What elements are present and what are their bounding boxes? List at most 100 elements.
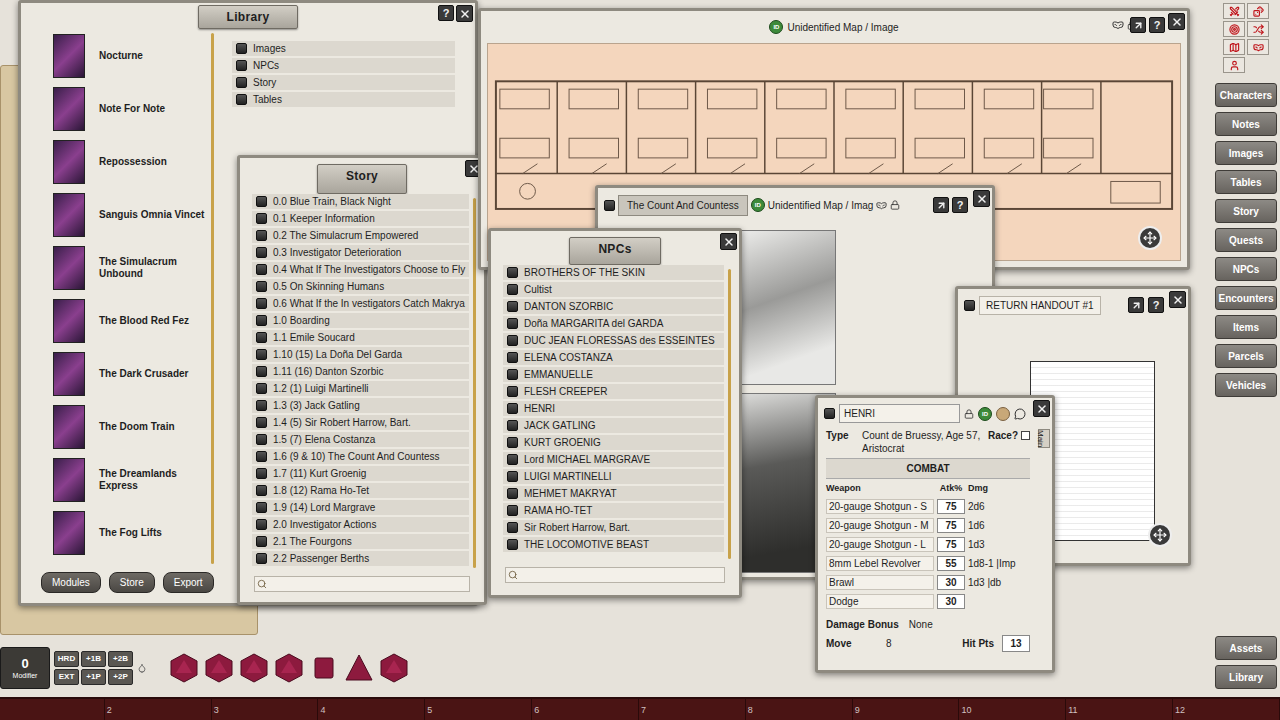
die-icon[interactable] (379, 653, 409, 683)
link-bullet[interactable] (507, 386, 518, 397)
story-entry[interactable]: 0.1 Keeper Information (252, 211, 469, 226)
tool-button[interactable] (1223, 57, 1245, 73)
hotkey-slot[interactable] (0, 699, 105, 720)
category-item[interactable]: Images (232, 41, 455, 56)
npc-entry[interactable]: DANTON SZORBIC (503, 299, 724, 314)
npc-entry[interactable]: THE LOCOMOTIVE BEAST (503, 537, 724, 552)
sidebar-button[interactable]: Characters (1215, 83, 1277, 107)
speech-icon[interactable] (1014, 408, 1026, 420)
module-item[interactable]: Sanguis Omnia Vincet (53, 188, 211, 241)
module-item[interactable]: The Fog Lifts (53, 506, 211, 559)
link-bullet[interactable] (256, 230, 267, 241)
library-button[interactable]: Store (109, 572, 155, 593)
weapon-row[interactable]: 20-gauge Shotgun - L751d3 (826, 537, 1030, 553)
link-bullet[interactable] (256, 485, 267, 496)
hotkey-slot[interactable]: 6 (532, 699, 639, 720)
npc-entry[interactable]: Cultist (503, 282, 724, 297)
move-handle[interactable] (1148, 523, 1172, 547)
sidebar-button[interactable]: Story (1215, 199, 1277, 223)
story-entry[interactable]: 0.3 Investigator Deterioration (252, 245, 469, 260)
story-entry[interactable]: 1.5 (7) Elena Costanza (252, 432, 469, 447)
help-button[interactable]: ? (952, 197, 968, 213)
sidebar-button[interactable]: Images (1215, 141, 1277, 165)
lock-icon[interactable] (964, 409, 974, 419)
story-entry[interactable]: 1.7 (11) Kurt Groenig (252, 466, 469, 481)
link-bullet[interactable] (236, 43, 247, 54)
search-field[interactable] (254, 576, 470, 592)
lock-icon[interactable] (890, 200, 900, 210)
story-window[interactable]: Story0.0 Blue Train, Black Night0.1 Keep… (237, 155, 487, 605)
close-button[interactable] (456, 5, 473, 22)
link-bullet[interactable] (256, 298, 267, 309)
link-bullet[interactable] (507, 471, 518, 482)
story-entry[interactable]: 0.4 What If The Investigators Choose to … (252, 262, 469, 277)
race-checkbox[interactable] (1021, 431, 1030, 440)
story-entry[interactable]: 0.0 Blue Train, Black Night (252, 194, 469, 209)
story-entry[interactable]: 0.2 The Simulacrum Empowered (252, 228, 469, 243)
close-button[interactable] (1169, 291, 1186, 308)
link-bullet[interactable] (256, 400, 267, 411)
sidebar-button[interactable]: Assets (1215, 636, 1277, 660)
module-item[interactable]: Nocturne (53, 29, 211, 82)
link-bullet[interactable] (256, 213, 267, 224)
story-entry[interactable]: 1.0 Boarding (252, 313, 469, 328)
die-icon[interactable] (274, 653, 304, 683)
story-entry[interactable]: 1.6 (9 & 10) The Count And Countess (252, 449, 469, 464)
npc-entry[interactable]: KURT GROENIG (503, 435, 724, 450)
hotkey-slot[interactable]: 7 (639, 699, 746, 720)
tool-button[interactable] (1247, 21, 1269, 37)
scrollbar[interactable] (211, 33, 214, 564)
link-bullet[interactable] (256, 383, 267, 394)
close-button[interactable] (1168, 13, 1185, 30)
story-entry[interactable]: 2.0 Investigator Actions (252, 517, 469, 532)
link-bullet[interactable] (507, 420, 518, 431)
link-bullet[interactable] (256, 247, 267, 258)
story-entry[interactable]: 2.2 Passenger Berths (252, 551, 469, 566)
drop-icon[interactable] (137, 663, 147, 673)
scrollbar[interactable] (473, 198, 476, 568)
npc-entry[interactable]: Doña MARGARITA del GARDA (503, 316, 724, 331)
hotkey-slot[interactable]: 8 (746, 699, 853, 720)
link-bullet[interactable] (507, 505, 518, 516)
module-item[interactable]: Repossession (53, 135, 211, 188)
link-bullet[interactable] (256, 553, 267, 564)
category-item[interactable]: NPCs (232, 58, 455, 73)
link-bullet[interactable] (236, 77, 247, 88)
link-bullet[interactable] (256, 366, 267, 377)
sidebar-button[interactable]: Tables (1215, 170, 1277, 194)
npc-entry[interactable]: ELENA COSTANZA (503, 350, 724, 365)
die-icon[interactable] (309, 653, 339, 683)
modifier-button[interactable]: EXT (54, 669, 79, 685)
hotkey-slot[interactable]: 9 (853, 699, 960, 720)
npc-entry[interactable]: DUC JEAN FLORESSAS des ESSEINTES (503, 333, 724, 348)
npc-sheet-window[interactable]: HENRIIDTypeCount de Bruessy, Age 57, Ari… (815, 395, 1055, 673)
npc-entry[interactable]: RAMA HO-TET (503, 503, 724, 518)
sidebar-button[interactable]: Encounters (1215, 286, 1277, 310)
sidebar-button[interactable]: NPCs (1215, 257, 1277, 281)
die-icon[interactable] (204, 653, 234, 683)
story-entry[interactable]: 2.1 The Fourgons (252, 534, 469, 549)
hotkey-slot[interactable]: 11 (1066, 699, 1173, 720)
link-bullet[interactable] (256, 264, 267, 275)
link-bullet[interactable] (507, 488, 518, 499)
help-button[interactable]: ? (1148, 297, 1164, 313)
npc-entry[interactable]: JACK GATLING (503, 418, 724, 433)
link-bullet[interactable] (507, 267, 518, 278)
modifier-button[interactable]: +2P (108, 669, 133, 685)
weapon-row[interactable]: 20-gauge Shotgun - S752d6 (826, 499, 1030, 515)
tool-button[interactable] (1223, 21, 1245, 37)
story-entry[interactable]: 0.5 On Skinning Humans (252, 279, 469, 294)
npc-entry[interactable]: Lord MICHAEL MARGRAVE (503, 452, 724, 467)
sidebar-button[interactable]: Parcels (1215, 344, 1277, 368)
hotkey-slot[interactable]: 2 (105, 699, 212, 720)
help-button[interactable]: ? (1149, 17, 1165, 33)
hit-points[interactable]: 13 (1002, 635, 1030, 652)
npcs-window[interactable]: NPCsBROTHERS OF THE SKINCultistDANTON SZ… (488, 228, 742, 598)
hotkey-slot[interactable]: 3 (212, 699, 319, 720)
tool-button[interactable] (1223, 39, 1245, 55)
link-bullet[interactable] (256, 536, 267, 547)
search-field[interactable] (505, 567, 725, 583)
weapon-row[interactable]: Dodge30 (826, 594, 1030, 610)
image-tab[interactable]: The Count And Countess (618, 195, 748, 216)
identified-badge[interactable]: ID (751, 198, 765, 212)
